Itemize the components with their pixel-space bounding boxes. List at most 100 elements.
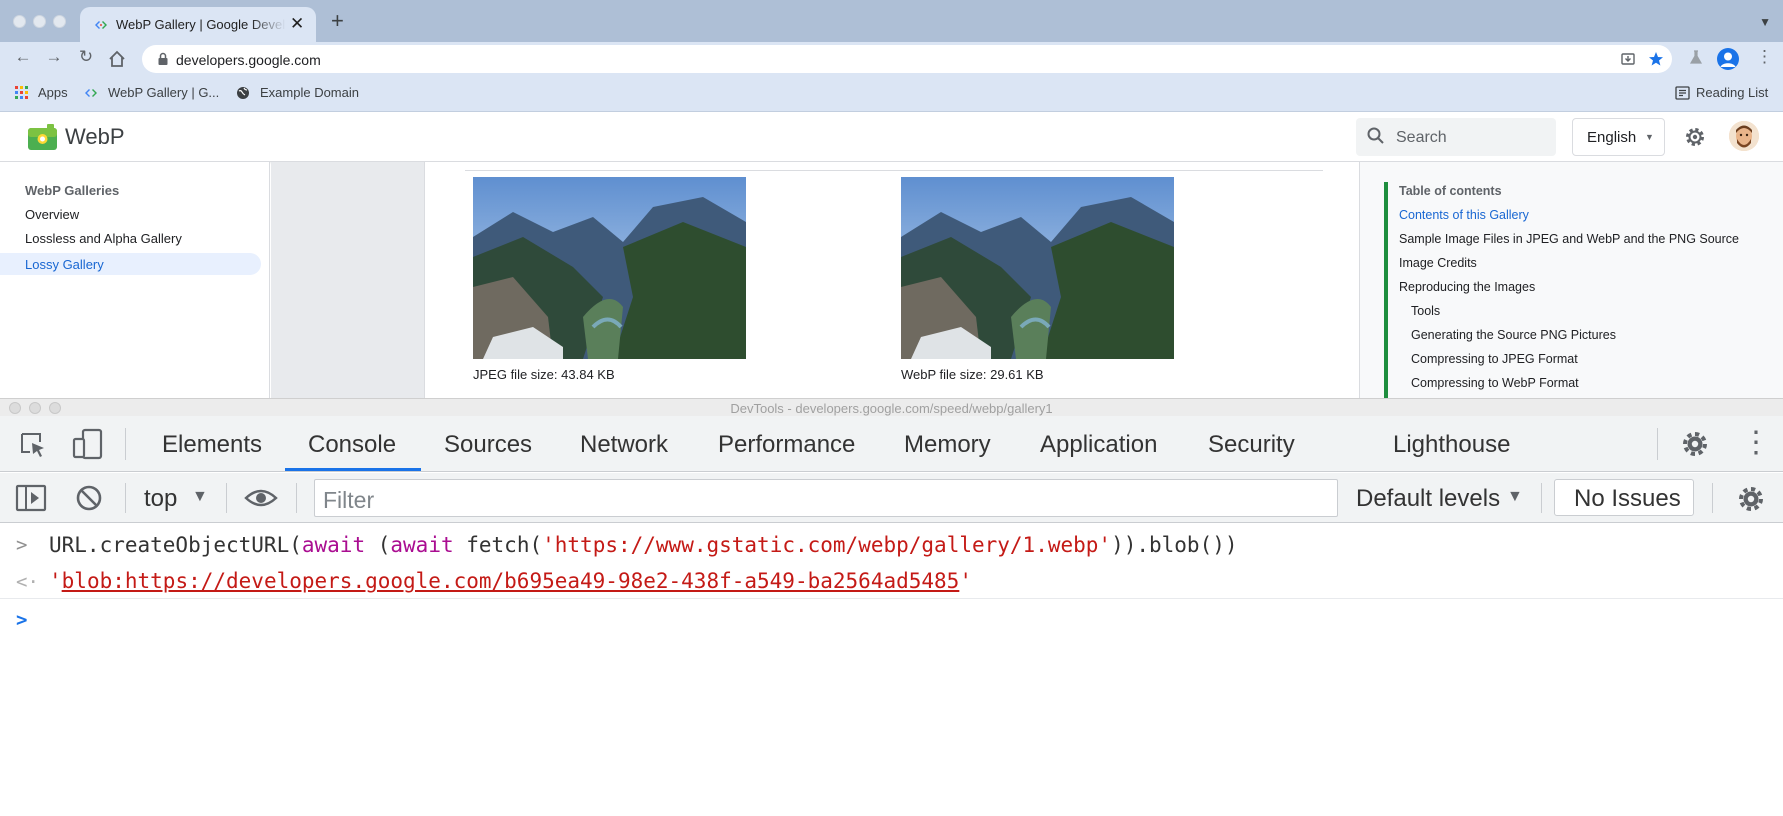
devtools-tabbar: Elements Console Sources Network Perform…: [0, 416, 1783, 472]
toc-item-active[interactable]: Contents of this Gallery: [1399, 208, 1529, 222]
execution-context-select[interactable]: top: [144, 485, 177, 513]
filter-placeholder: Filter: [323, 487, 375, 513]
avatar[interactable]: [1729, 121, 1759, 151]
console-input-code: URL.createObjectURL(await (await fetch('…: [49, 533, 1238, 557]
site-brand[interactable]: WebP: [65, 124, 125, 150]
close-tab-icon[interactable]: ✕: [290, 14, 304, 34]
browser-tab[interactable]: WebP Gallery | Google Developers ✕: [80, 7, 316, 42]
jpeg-image[interactable]: [473, 177, 746, 359]
tab-memory[interactable]: Memory: [904, 431, 991, 459]
bookmark-webp-gallery[interactable]: WebP Gallery | G...: [108, 85, 219, 100]
star-icon[interactable]: [1648, 51, 1664, 67]
prompt-chevron-icon: >: [16, 609, 28, 631]
levels-caret-down-icon[interactable]: ▼: [1507, 488, 1523, 506]
forward-icon[interactable]: →: [43, 47, 65, 67]
browser-tabstrip: WebP Gallery | Google Developers ✕ + ▼: [0, 0, 1783, 42]
address-url[interactable]: developers.google.com: [176, 52, 321, 68]
clear-console-icon[interactable]: [75, 484, 103, 512]
console-panel[interactable]: > URL.createObjectURL(await (await fetch…: [0, 523, 1783, 816]
minimize-window-button[interactable]: [33, 15, 46, 28]
search-icon: [1367, 127, 1384, 144]
leftnav-item-lossy[interactable]: Lossy Gallery: [0, 253, 261, 275]
bookmark-apps[interactable]: Apps: [38, 85, 68, 100]
tab-elements[interactable]: Elements: [162, 431, 262, 459]
devtools-title: DevTools - developers.google.com/speed/w…: [730, 401, 1053, 416]
menu-icon[interactable]: ⋮: [1756, 47, 1773, 67]
device-toolbar-icon[interactable]: [71, 427, 105, 461]
webp-caption: WebP file size: 29.61 KB: [901, 367, 1044, 382]
zoom-window-button[interactable]: [53, 15, 66, 28]
leftnav-item-label: Lossy Gallery: [25, 257, 104, 272]
gear-icon[interactable]: [1683, 125, 1707, 149]
live-expression-eye-icon[interactable]: [244, 486, 278, 510]
install-icon[interactable]: [1620, 51, 1636, 67]
console-result-value: 'blob:https://developers.google.com/b695…: [49, 569, 972, 593]
jpeg-caption: JPEG file size: 43.84 KB: [473, 367, 615, 382]
inspect-element-icon[interactable]: [18, 430, 48, 460]
search-placeholder: Search: [1396, 129, 1447, 146]
home-icon[interactable]: [108, 50, 126, 68]
chevron-right-icon: >: [16, 534, 28, 556]
site-header: WebP Search English ▼: [0, 112, 1783, 162]
close-window-button[interactable]: [13, 15, 26, 28]
tab-console[interactable]: Console: [308, 431, 396, 459]
active-tab-indicator: [285, 468, 421, 471]
caret-down-icon: ▼: [1645, 132, 1654, 142]
bookmarks-bar: Apps WebP Gallery | G... Example Domain …: [0, 76, 1783, 112]
console-filter-input[interactable]: Filter: [314, 479, 1338, 517]
leftnav-heading[interactable]: WebP Galleries: [25, 183, 119, 198]
tab-lighthouse[interactable]: Lighthouse: [1393, 431, 1510, 459]
new-tab-icon[interactable]: +: [331, 10, 344, 32]
leftnav-item-overview[interactable]: Overview: [25, 207, 79, 222]
article-body: JPEG file size: 43.84 KB WebP file size:…: [424, 162, 1360, 398]
log-levels-select[interactable]: Default levels: [1356, 485, 1500, 513]
issues-label: No Issues: [1574, 485, 1681, 512]
google-developers-icon: [85, 89, 97, 97]
tab-security[interactable]: Security: [1208, 431, 1295, 459]
console-toolbar: top ▼ Filter Default levels ▼ No Issues: [0, 473, 1783, 523]
toc-subitem[interactable]: Compressing to WebP Format: [1411, 376, 1579, 390]
lock-icon[interactable]: [156, 52, 170, 66]
reading-list-label[interactable]: Reading List: [1696, 85, 1768, 100]
toc-subitem[interactable]: Generating the Source PNG Pictures: [1411, 328, 1616, 342]
toc-subitem[interactable]: Compressing to JPEG Format: [1411, 352, 1578, 366]
tab-search-chevron-icon[interactable]: ▼: [1759, 15, 1771, 29]
reading-list-icon[interactable]: [1675, 86, 1690, 100]
globe-icon: [237, 87, 249, 99]
devtools-settings-gear-icon[interactable]: [1680, 429, 1710, 459]
back-icon[interactable]: ←: [12, 47, 34, 67]
issues-button[interactable]: No Issues: [1554, 479, 1694, 516]
toc-heading: Table of contents: [1399, 184, 1502, 198]
apps-grid-icon[interactable]: [15, 86, 29, 100]
google-developers-icon: [95, 21, 107, 29]
divider: [465, 170, 1323, 171]
site-search-input[interactable]: Search: [1356, 118, 1556, 156]
blob-url-link[interactable]: blob:https://developers.google.com/b695e…: [62, 569, 960, 593]
result-arrow-icon: <·: [16, 571, 39, 593]
context-caret-down-icon[interactable]: ▼: [192, 488, 208, 506]
address-bar[interactable]: developers.google.com: [142, 45, 1672, 73]
tab-performance[interactable]: Performance: [718, 431, 855, 459]
profile-icon[interactable]: [1717, 48, 1739, 70]
language-label: English: [1587, 129, 1637, 146]
show-sidebar-icon[interactable]: [15, 484, 47, 512]
webp-logo-icon[interactable]: [28, 124, 57, 150]
toc-item[interactable]: Reproducing the Images: [1399, 280, 1535, 294]
language-select[interactable]: English ▼: [1572, 118, 1665, 156]
toc-item[interactable]: Sample Image Files in JPEG and WebP and …: [1399, 232, 1739, 246]
console-divider: [0, 598, 1783, 599]
console-settings-gear-icon[interactable]: [1736, 484, 1766, 514]
tab-network[interactable]: Network: [580, 431, 668, 459]
toc-item[interactable]: Image Credits: [1399, 256, 1477, 270]
bookmark-example-domain[interactable]: Example Domain: [260, 85, 359, 100]
reload-icon[interactable]: ↻: [75, 47, 97, 67]
webp-image[interactable]: [901, 177, 1174, 359]
labs-icon[interactable]: [1688, 49, 1704, 65]
toc-subitem[interactable]: Tools: [1411, 304, 1440, 318]
leftnav-item-lossless[interactable]: Lossless and Alpha Gallery: [25, 231, 182, 246]
left-navigation: WebP Galleries Overview Lossless and Alp…: [0, 162, 270, 398]
tab-application[interactable]: Application: [1040, 431, 1157, 459]
devtools-more-menu-icon[interactable]: ⋮: [1741, 425, 1771, 460]
tab-sources[interactable]: Sources: [444, 431, 532, 459]
devtools-titlebar: DevTools - developers.google.com/speed/w…: [0, 398, 1783, 416]
